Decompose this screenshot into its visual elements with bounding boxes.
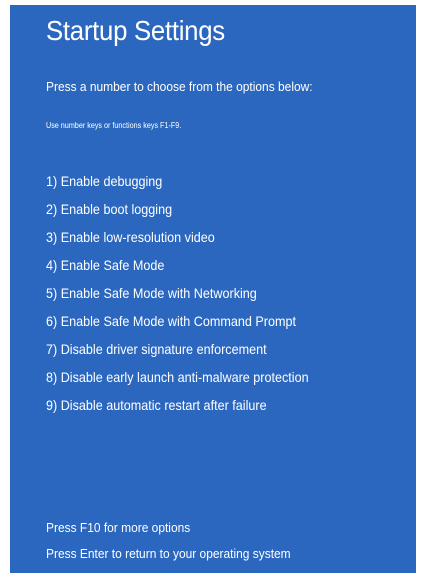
more-options-link[interactable]: Press F10 for more options: [46, 520, 190, 535]
option-enable-boot-logging[interactable]: 2) Enable boot logging: [46, 199, 309, 227]
page-title: Startup Settings: [46, 15, 225, 46]
option-safe-mode-command-prompt[interactable]: 6) Enable Safe Mode with Command Prompt: [46, 311, 309, 339]
option-enable-low-resolution-video[interactable]: 3) Enable low-resolution video: [46, 227, 309, 255]
option-disable-automatic-restart[interactable]: 9) Disable automatic restart after failu…: [46, 395, 309, 423]
instruction-prompt: Press a number to choose from the option…: [46, 79, 313, 94]
key-hint: Use number keys or functions keys F1-F9.: [46, 121, 182, 130]
option-enable-debugging[interactable]: 1) Enable debugging: [46, 171, 309, 199]
startup-settings-screen: Startup Settings Press a number to choos…: [10, 5, 416, 573]
option-disable-early-launch-antimalware[interactable]: 8) Disable early launch anti-malware pro…: [46, 367, 309, 395]
option-safe-mode-networking[interactable]: 5) Enable Safe Mode with Networking: [46, 283, 309, 311]
startup-options-list: 1) Enable debugging 2) Enable boot loggi…: [46, 171, 338, 423]
option-enable-safe-mode[interactable]: 4) Enable Safe Mode: [46, 255, 309, 283]
return-to-os-link[interactable]: Press Enter to return to your operating …: [46, 546, 291, 561]
option-disable-driver-signature[interactable]: 7) Disable driver signature enforcement: [46, 339, 309, 367]
